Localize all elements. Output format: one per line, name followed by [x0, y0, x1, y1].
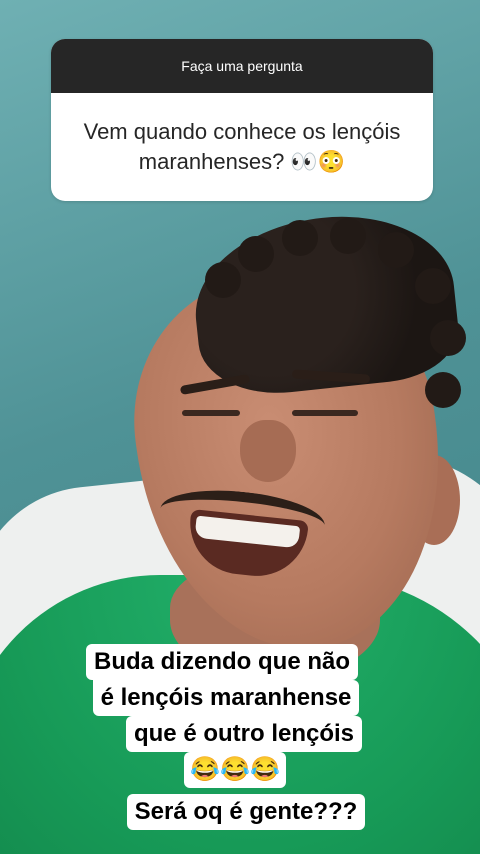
caption-line-5: Será oq é gente???	[126, 794, 366, 830]
question-sticker[interactable]: Faça uma pergunta Vem quando conhece os …	[51, 39, 433, 201]
caption-line-emoji: 😂😂😂	[184, 752, 286, 788]
hair-curl	[378, 232, 414, 268]
question-sticker-header: Faça uma pergunta	[51, 39, 433, 93]
hair-curl	[238, 236, 274, 272]
hair-curl	[430, 320, 466, 356]
left-closed-eye	[182, 410, 240, 416]
caption-line-3: que é outro lençóis	[125, 716, 363, 752]
caption-overlay: Buda dizendo que não é lençóis maranhens…	[0, 644, 480, 830]
caption-line-2: é lençóis maranhense	[92, 680, 360, 716]
hair-curl	[205, 262, 241, 298]
question-sticker-text: Vem quando conhece os lençóis maranhense…	[83, 119, 401, 174]
teeth	[194, 515, 301, 549]
hair-curl	[330, 218, 366, 254]
hair-curl	[425, 372, 461, 408]
hair-curl	[282, 220, 318, 256]
caption-line-1: Buda dizendo que não	[86, 644, 358, 680]
nose	[240, 420, 296, 482]
hair-curl	[415, 268, 451, 304]
right-closed-eye	[292, 410, 358, 416]
